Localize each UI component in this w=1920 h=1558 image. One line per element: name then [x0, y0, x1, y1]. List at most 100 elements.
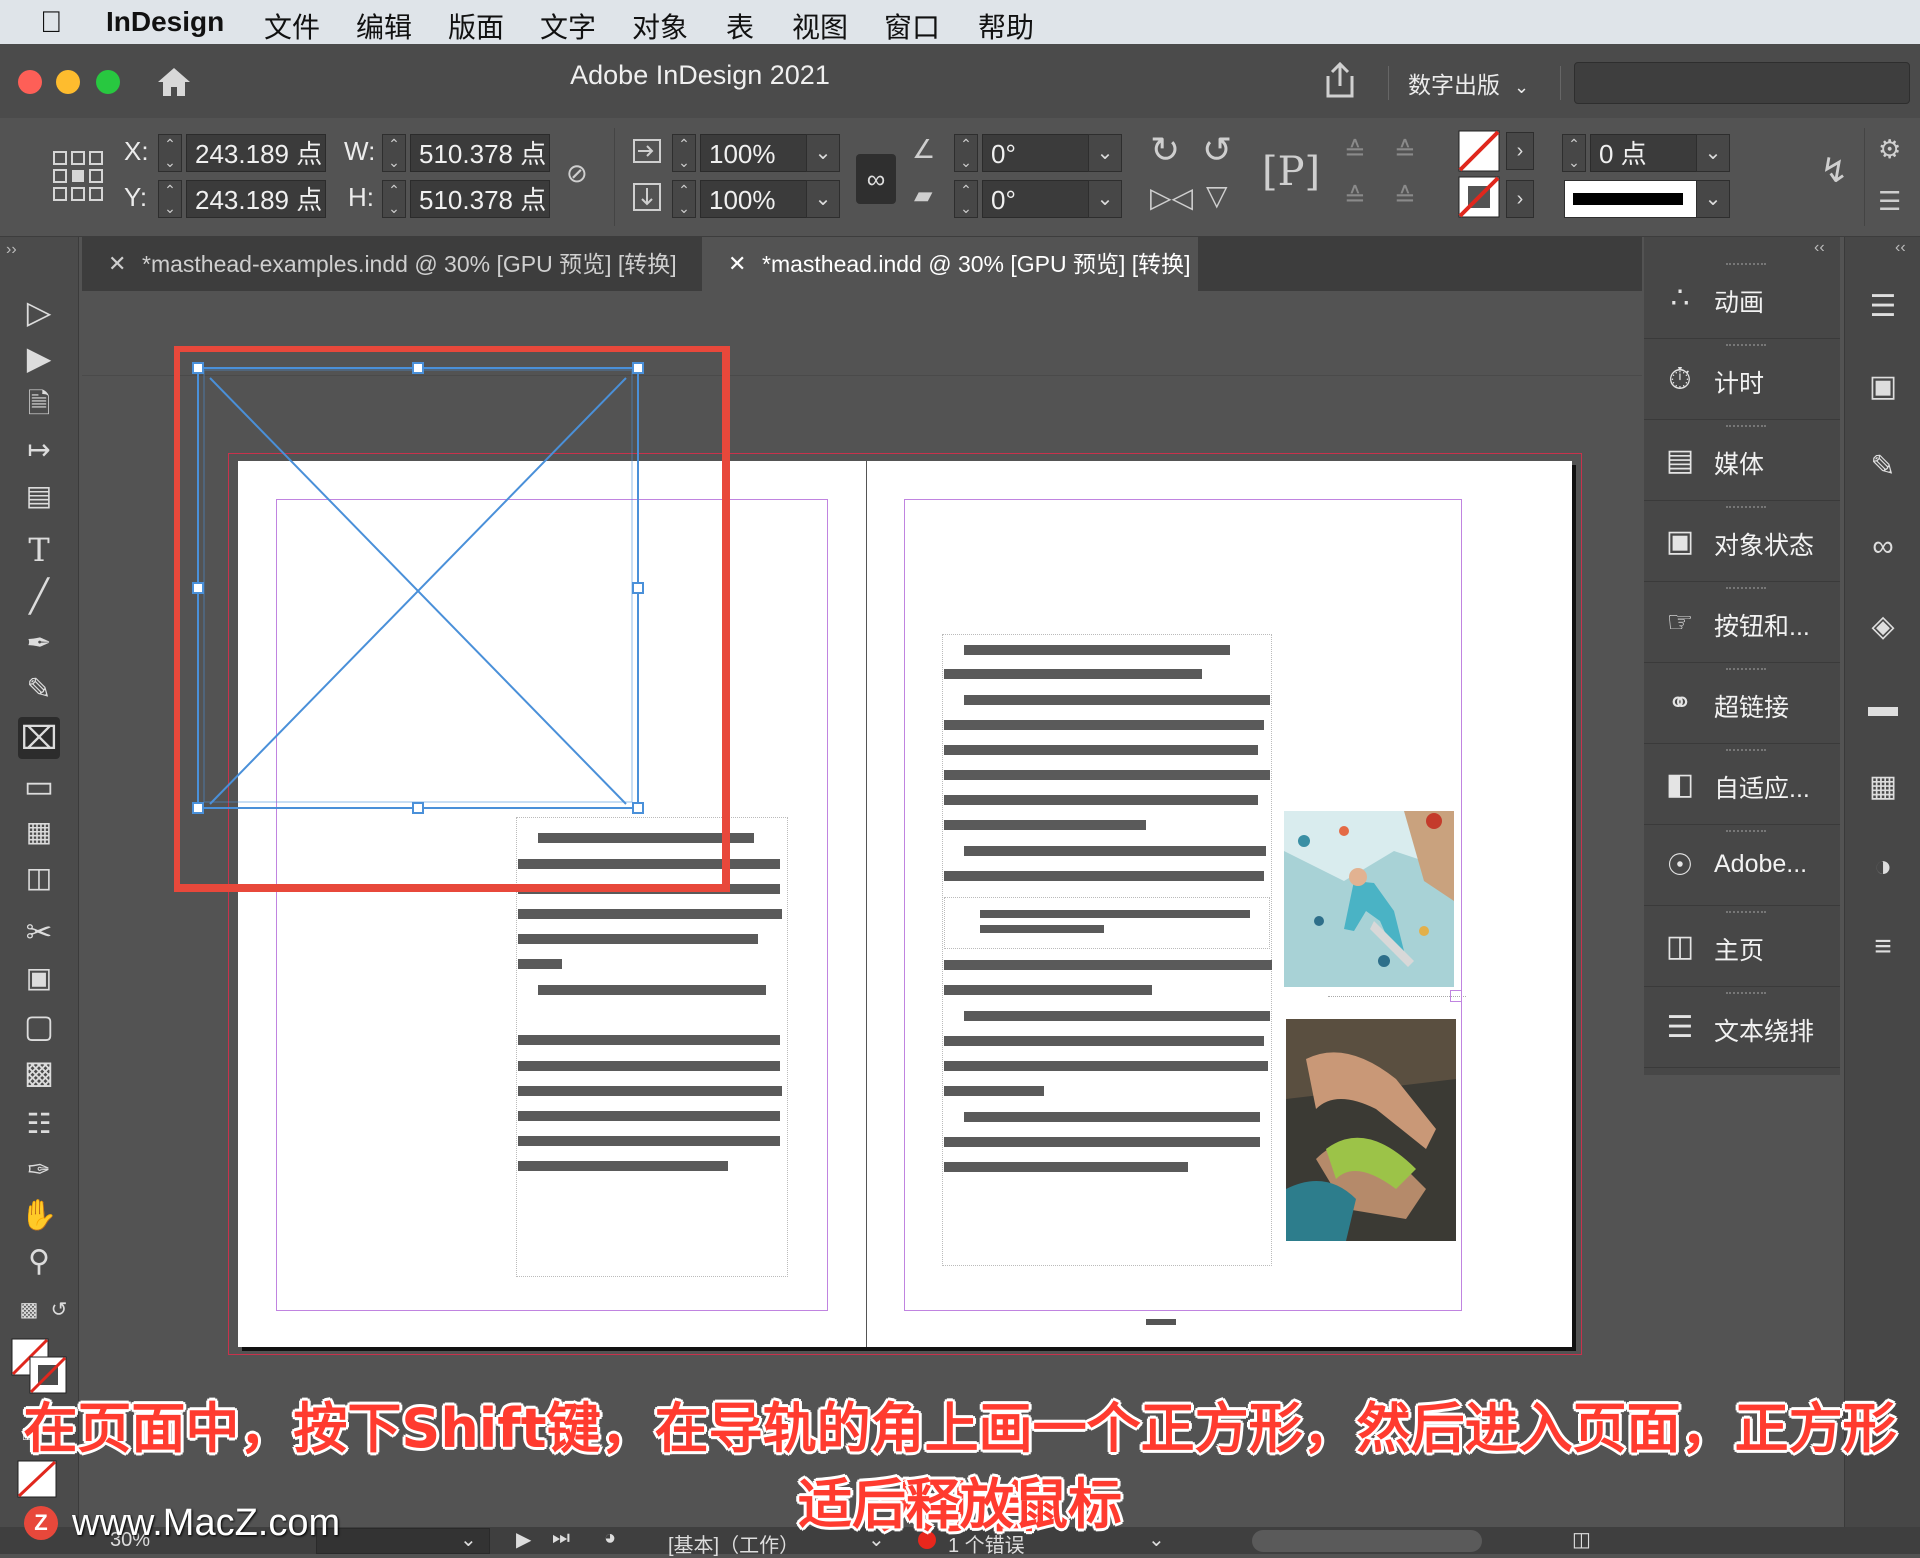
- zoom-window-button[interactable]: [96, 70, 120, 94]
- tab-masthead-examples[interactable]: ✕ *masthead-examples.indd @ 30% [GPU 预览]…: [82, 237, 702, 291]
- rotate-dropdown[interactable]: ⌄: [1088, 134, 1122, 172]
- eyedropper-tool-icon[interactable]: ✑: [18, 1149, 60, 1191]
- select-next-icon[interactable]: ≙: [1394, 184, 1416, 210]
- search-input[interactable]: [1574, 62, 1910, 104]
- pen-tool-icon[interactable]: ✒: [18, 623, 60, 665]
- pull-quote-frame[interactable]: [944, 897, 1270, 949]
- stroke-lines-icon[interactable]: ≡: [1863, 927, 1903, 967]
- panel-menu-icon[interactable]: ☰: [1878, 188, 1901, 214]
- document-canvas[interactable]: [82, 291, 1642, 1527]
- menu-type[interactable]: 文字: [540, 6, 596, 46]
- stroke-none-swatch[interactable]: [1458, 176, 1500, 218]
- table-tool-icon[interactable]: ▦: [18, 811, 60, 853]
- rotate-stepper[interactable]: ⌃ ⌄: [954, 134, 978, 172]
- menu-app[interactable]: InDesign: [106, 6, 224, 38]
- panel-hyperlinks[interactable]: ⚭ 超链接: [1644, 664, 1840, 744]
- menu-object[interactable]: 对象: [632, 6, 688, 46]
- menu-view[interactable]: 视图: [792, 6, 848, 46]
- select-content-icon[interactable]: ≙: [1344, 184, 1366, 210]
- close-window-button[interactable]: [18, 70, 42, 94]
- menu-layout[interactable]: 版面: [448, 6, 504, 46]
- reference-point-icon[interactable]: [52, 150, 104, 202]
- tab-masthead[interactable]: ✕ *masthead.indd @ 30% [GPU 预览] [转换]: [702, 237, 1198, 291]
- p-flip-icon[interactable]: [P]: [1262, 152, 1320, 192]
- cc-libraries-icon[interactable]: ▣: [1863, 367, 1903, 407]
- workspace-switcher[interactable]: 数字出版 ⌄: [1408, 66, 1529, 100]
- panel-buttons[interactable]: ☞ 按钮和...: [1644, 583, 1840, 663]
- swatches-icon[interactable]: ▦: [1863, 767, 1903, 807]
- direct-selection-tool-icon[interactable]: ▶: [18, 337, 60, 379]
- edit-icon[interactable]: ✎: [1863, 447, 1903, 487]
- shear-dropdown[interactable]: ⌄: [1088, 180, 1122, 218]
- rotate-field[interactable]: 0°: [982, 134, 1090, 172]
- panel-media[interactable]: ▤ 媒体: [1644, 421, 1840, 501]
- close-icon[interactable]: ✕: [728, 237, 746, 291]
- collapse-panels-icon[interactable]: ‹‹: [1814, 239, 1825, 257]
- grid-tool-icon[interactable]: ◫: [18, 857, 60, 899]
- gradient-icon[interactable]: ▬: [1863, 687, 1903, 727]
- stroke-swatch-menu-button[interactable]: ›: [1506, 180, 1534, 218]
- x-field[interactable]: 243.189 点: [186, 134, 326, 172]
- links-icon[interactable]: ∞: [1863, 527, 1903, 567]
- gap-tool-icon[interactable]: ↦: [18, 429, 60, 471]
- note-tool-icon[interactable]: ☷: [18, 1103, 60, 1145]
- gear-icon[interactable]: ⚙: [1878, 136, 1901, 162]
- panel-adobe[interactable]: ☉ Adobe...: [1644, 826, 1840, 906]
- y-field[interactable]: 243.189 点: [186, 180, 326, 218]
- pencil-tool-icon[interactable]: ✎: [18, 669, 60, 711]
- menu-table[interactable]: 表: [726, 6, 754, 46]
- fill-none-swatch[interactable]: [1458, 130, 1500, 172]
- select-container-icon[interactable]: ≙: [1344, 138, 1366, 164]
- gradient-feather-tool-icon[interactable]: ▩: [18, 1051, 60, 1093]
- content-collector-icon[interactable]: ▤: [18, 475, 60, 517]
- link-scale-icon[interactable]: ∞: [856, 154, 896, 204]
- close-icon[interactable]: ✕: [108, 237, 126, 291]
- scissors-tool-icon[interactable]: ✂: [18, 911, 60, 953]
- select-previous-icon[interactable]: ≙: [1394, 138, 1416, 164]
- home-icon[interactable]: [154, 64, 194, 100]
- w-stepper[interactable]: ⌃ ⌄: [382, 134, 406, 172]
- scale-y-field[interactable]: 100%: [700, 180, 808, 218]
- panel-object-states[interactable]: ▣ 对象状态: [1644, 502, 1840, 582]
- stroke-weight-stepper[interactable]: ⌃ ⌄: [1562, 134, 1586, 172]
- menu-help[interactable]: 帮助: [978, 6, 1034, 46]
- properties-sliders-icon[interactable]: ☰: [1863, 287, 1903, 327]
- panel-text-wrap[interactable]: ☰ 文本绕排: [1644, 988, 1840, 1068]
- flip-vertical-icon[interactable]: ▽: [1206, 182, 1228, 210]
- apple-icon[interactable]: : [40, 6, 63, 40]
- zoom-tool-icon[interactable]: ⚲: [18, 1241, 60, 1283]
- shear-stepper[interactable]: ⌃ ⌄: [954, 180, 978, 218]
- panel-animation[interactable]: ∴ 动画: [1644, 259, 1840, 339]
- panel-timing[interactable]: ⏱ 计时: [1644, 340, 1840, 420]
- minimize-window-button[interactable]: [56, 70, 80, 94]
- swap-fill-stroke-icon[interactable]: ↺: [38, 1289, 80, 1331]
- panel-liquid-layout[interactable]: ◧ 自适应...: [1644, 745, 1840, 825]
- type-tool-icon[interactable]: T: [18, 529, 60, 571]
- stroke-type-dropdown[interactable]: ⌄: [1696, 180, 1730, 218]
- scale-x-dropdown[interactable]: ⌄: [806, 134, 840, 172]
- color-palette-icon[interactable]: ◑: [1863, 847, 1903, 887]
- shear-field[interactable]: 0°: [982, 180, 1090, 218]
- gradient-swatch-tool-icon[interactable]: ▢: [18, 1005, 60, 1047]
- x-stepper[interactable]: ⌃ ⌄: [158, 134, 182, 172]
- hand-tool-icon[interactable]: ✋: [18, 1195, 60, 1237]
- rotate-cw-icon[interactable]: ↻: [1150, 132, 1180, 168]
- h-stepper[interactable]: ⌃ ⌄: [382, 180, 406, 218]
- menu-file[interactable]: 文件: [264, 6, 320, 46]
- expand-toolbar-icon[interactable]: ››: [6, 241, 17, 259]
- scale-y-stepper[interactable]: ⌃ ⌄: [672, 180, 696, 218]
- stroke-type-field[interactable]: [1564, 180, 1698, 218]
- menu-window[interactable]: 窗口: [884, 6, 940, 46]
- carabiner-photo[interactable]: [1286, 1019, 1456, 1241]
- scale-x-field[interactable]: 100%: [700, 134, 808, 172]
- panel-pages[interactable]: ◫ 主页: [1644, 907, 1840, 987]
- layers-icon[interactable]: ◈: [1863, 607, 1903, 647]
- share-icon[interactable]: [1322, 60, 1358, 100]
- scale-x-stepper[interactable]: ⌃ ⌄: [672, 134, 696, 172]
- rectangle-tool-icon[interactable]: ▭: [18, 765, 60, 807]
- menu-edit[interactable]: 编辑: [356, 6, 412, 46]
- selection-tool-icon[interactable]: ▷: [18, 291, 60, 333]
- flip-horizontal-icon[interactable]: ▷◁: [1150, 184, 1193, 212]
- rectangle-frame-tool-icon[interactable]: ⌧: [18, 717, 60, 759]
- scale-y-dropdown[interactable]: ⌄: [806, 180, 840, 218]
